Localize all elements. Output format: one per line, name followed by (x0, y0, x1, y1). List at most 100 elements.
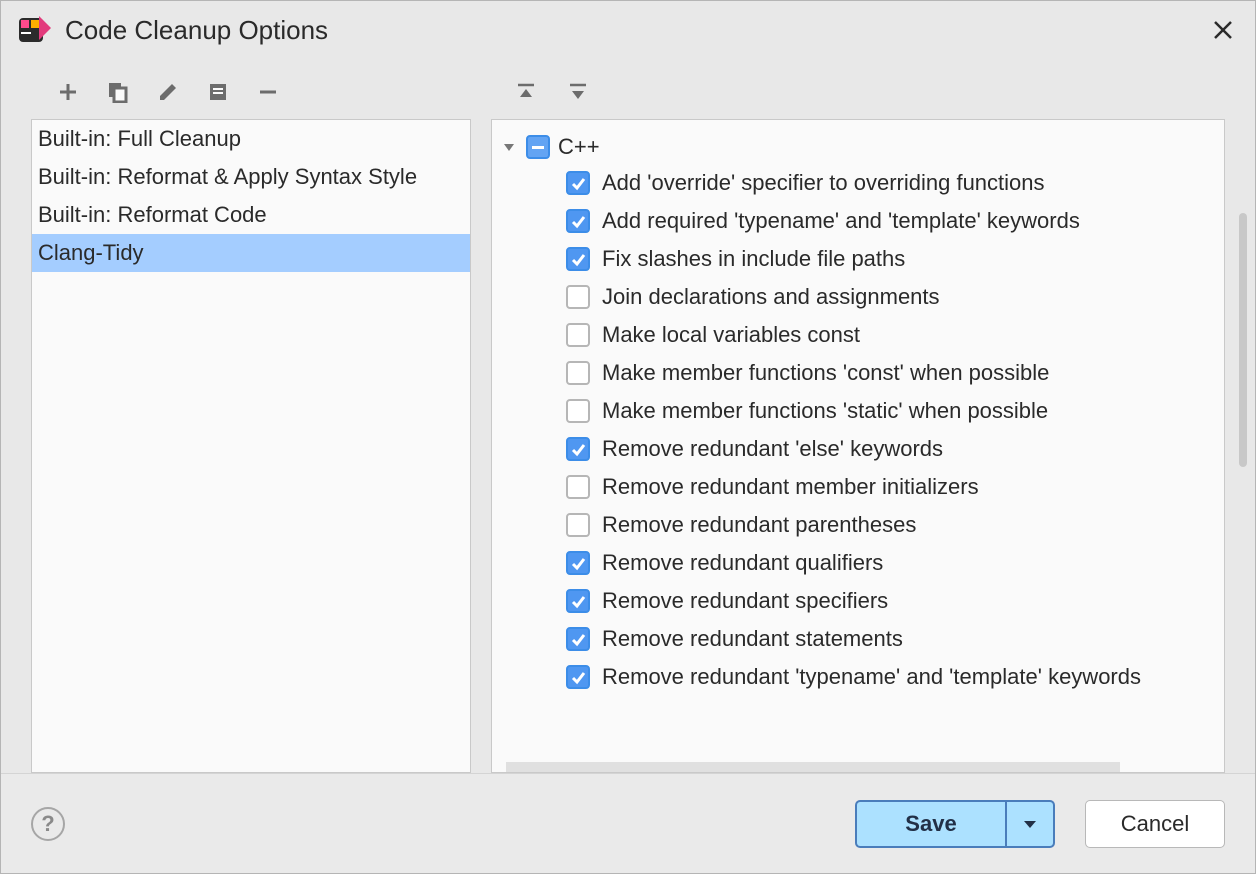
expand-arrow[interactable] (500, 138, 518, 156)
option-row[interactable]: Add 'override' specifier to overriding f… (566, 164, 1216, 202)
option-checkbox[interactable] (566, 209, 590, 233)
check-icon (570, 441, 586, 457)
tree-children: Add 'override' specifier to overriding f… (500, 164, 1216, 696)
profile-item[interactable]: Built-in: Full Cleanup (32, 120, 470, 158)
help-icon: ? (41, 811, 54, 837)
option-row[interactable]: Remove redundant specifiers (566, 582, 1216, 620)
options-toolbar (491, 55, 1225, 119)
cancel-button[interactable]: Cancel (1085, 800, 1225, 848)
option-row[interactable]: Remove redundant statements (566, 620, 1216, 658)
check-icon (570, 251, 586, 267)
option-checkbox[interactable] (566, 627, 590, 651)
tree-root-label: C++ (558, 134, 600, 160)
option-label: Remove redundant statements (602, 626, 903, 652)
profile-item[interactable]: Clang-Tidy (32, 234, 470, 272)
option-row[interactable]: Add required 'typename' and 'template' k… (566, 202, 1216, 240)
edit-profile-button[interactable] (155, 79, 181, 105)
option-checkbox[interactable] (566, 361, 590, 385)
reset-profile-button[interactable] (205, 79, 231, 105)
collapse-all-icon (515, 81, 537, 103)
option-label: Remove redundant specifiers (602, 588, 888, 614)
option-label: Remove redundant 'else' keywords (602, 436, 943, 462)
option-row[interactable]: Make local variables const (566, 316, 1216, 354)
check-icon (570, 213, 586, 229)
app-icon (19, 14, 51, 46)
cancel-button-label: Cancel (1121, 811, 1189, 837)
profiles-toolbar (31, 55, 471, 119)
option-label: Join declarations and assignments (602, 284, 940, 310)
option-checkbox[interactable] (566, 665, 590, 689)
option-label: Fix slashes in include file paths (602, 246, 905, 272)
close-button[interactable] (1209, 16, 1237, 44)
dialog-footer: ? Save Cancel (1, 773, 1255, 873)
option-row[interactable]: Remove redundant 'else' keywords (566, 430, 1216, 468)
option-label: Make member functions 'const' when possi… (602, 360, 1049, 386)
add-profile-button[interactable] (55, 79, 81, 105)
option-row[interactable]: Make member functions 'const' when possi… (566, 354, 1216, 392)
remove-profile-button[interactable] (255, 79, 281, 105)
option-label: Remove redundant parentheses (602, 512, 916, 538)
option-checkbox[interactable] (566, 399, 590, 423)
option-checkbox[interactable] (566, 589, 590, 613)
option-row[interactable]: Remove redundant member initializers (566, 468, 1216, 506)
close-icon (1213, 20, 1233, 40)
option-checkbox[interactable] (566, 247, 590, 271)
option-label: Add 'override' specifier to overriding f… (602, 170, 1045, 196)
check-icon (570, 631, 586, 647)
profile-item[interactable]: Built-in: Reformat Code (32, 196, 470, 234)
profile-item[interactable]: Built-in: Reformat & Apply Syntax Style (32, 158, 470, 196)
remove-icon (257, 81, 279, 103)
option-label: Make member functions 'static' when poss… (602, 398, 1048, 424)
option-label: Make local variables const (602, 322, 860, 348)
option-row[interactable]: Remove redundant qualifiers (566, 544, 1216, 582)
vertical-scrollbar[interactable] (1239, 213, 1247, 467)
collapse-all-button[interactable] (513, 79, 539, 105)
main-content: Built-in: Full CleanupBuilt-in: Reformat… (1, 55, 1255, 773)
option-row[interactable]: Fix slashes in include file paths (566, 240, 1216, 278)
save-dropdown-button[interactable] (1005, 800, 1055, 848)
expand-all-icon (567, 81, 589, 103)
option-label: Remove redundant qualifiers (602, 550, 883, 576)
option-row[interactable]: Join declarations and assignments (566, 278, 1216, 316)
reset-icon (207, 81, 229, 103)
option-checkbox[interactable] (566, 323, 590, 347)
option-checkbox[interactable] (566, 513, 590, 537)
chevron-down-icon (1022, 816, 1038, 832)
option-checkbox[interactable] (566, 171, 590, 195)
option-checkbox[interactable] (566, 475, 590, 499)
option-row[interactable]: Remove redundant 'typename' and 'templat… (566, 658, 1216, 696)
profile-list[interactable]: Built-in: Full CleanupBuilt-in: Reformat… (32, 120, 470, 272)
option-checkbox[interactable] (566, 437, 590, 461)
profiles-column: Built-in: Full CleanupBuilt-in: Reformat… (31, 55, 471, 773)
save-button-label: Save (905, 811, 956, 837)
check-icon (570, 669, 586, 685)
help-button[interactable]: ? (31, 807, 65, 841)
expand-all-button[interactable] (565, 79, 591, 105)
duplicate-icon (107, 81, 129, 103)
horizontal-scrollbar[interactable] (506, 762, 1120, 772)
option-label: Remove redundant 'typename' and 'templat… (602, 664, 1141, 690)
option-checkbox[interactable] (566, 551, 590, 575)
save-button-group: Save (855, 800, 1055, 848)
titlebar: Code Cleanup Options (1, 1, 1255, 55)
option-row[interactable]: Remove redundant parentheses (566, 506, 1216, 544)
chevron-down-icon (502, 140, 516, 154)
check-icon (570, 555, 586, 571)
option-label: Remove redundant member initializers (602, 474, 979, 500)
option-checkbox[interactable] (566, 285, 590, 309)
options-panel: C++ Add 'override' specifier to overridi… (491, 119, 1225, 773)
duplicate-profile-button[interactable] (105, 79, 131, 105)
option-row[interactable]: Make member functions 'static' when poss… (566, 392, 1216, 430)
check-icon (570, 593, 586, 609)
save-button[interactable]: Save (855, 800, 1005, 848)
indeterminate-checkbox[interactable] (526, 135, 550, 159)
option-label: Add required 'typename' and 'template' k… (602, 208, 1080, 234)
dialog-title: Code Cleanup Options (65, 15, 328, 46)
options-column: C++ Add 'override' specifier to overridi… (491, 55, 1225, 773)
profiles-panel: Built-in: Full CleanupBuilt-in: Reformat… (31, 119, 471, 773)
check-icon (570, 175, 586, 191)
tree-root-node[interactable]: C++ (500, 130, 1216, 164)
options-tree[interactable]: C++ Add 'override' specifier to overridi… (492, 120, 1224, 772)
edit-icon (157, 81, 179, 103)
add-icon (57, 81, 79, 103)
